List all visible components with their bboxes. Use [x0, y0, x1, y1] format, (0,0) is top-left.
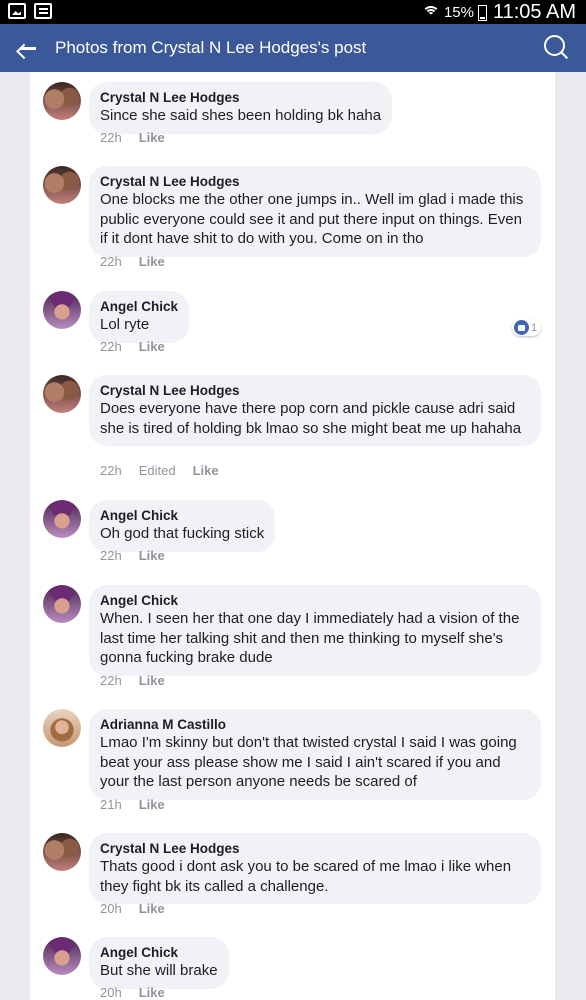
thumbs-up-icon: [514, 320, 529, 335]
battery-icon: [477, 4, 487, 21]
like-button[interactable]: Like: [139, 130, 165, 145]
avatar[interactable]: [43, 833, 81, 871]
search-icon[interactable]: [544, 35, 570, 61]
comment-time: 21h: [100, 797, 122, 812]
message-icon: [34, 3, 52, 19]
comment-author[interactable]: Crystal N Lee Hodges: [100, 173, 530, 190]
back-arrow-icon[interactable]: [18, 38, 38, 58]
comment-text: Oh god that fucking stick: [100, 525, 265, 542]
comment-text: Thats good i dont ask you to be scared o…: [100, 858, 512, 895]
comment-author[interactable]: Crystal N Lee Hodges: [100, 89, 381, 106]
comment-time: 22h: [100, 548, 122, 563]
avatar[interactable]: [43, 937, 81, 975]
avatar[interactable]: [43, 375, 81, 413]
comment-bubble[interactable]: Angel Chick But she will brake: [89, 937, 229, 989]
like-button[interactable]: Like: [139, 797, 165, 812]
comment-time: 22h: [100, 673, 122, 688]
comment-text: One blocks me the other one jumps in.. W…: [100, 191, 524, 247]
reaction-count: 1: [531, 321, 538, 334]
comment-time: 20h: [100, 985, 122, 1000]
reaction-badge[interactable]: 1: [512, 319, 542, 336]
comment-bubble[interactable]: Angel Chick When. I seen her that one da…: [89, 585, 541, 676]
edited-label: Edited: [138, 463, 176, 478]
comment-author[interactable]: Angel Chick: [100, 944, 218, 961]
wifi-icon: [421, 4, 440, 22]
gallery-icon: [8, 3, 26, 19]
comment-bubble[interactable]: Crystal N Lee Hodges Does everyone have …: [89, 375, 541, 446]
comment-author[interactable]: Angel Chick: [100, 592, 530, 609]
status-bar: 15% 11:05 AM: [0, 0, 586, 24]
comment-bubble[interactable]: Crystal N Lee Hodges One blocks me the o…: [89, 166, 541, 257]
comment-author[interactable]: Adrianna M Castillo: [100, 716, 530, 733]
comment-time: 20h: [100, 901, 122, 916]
like-button[interactable]: Like: [193, 463, 219, 478]
avatar[interactable]: [43, 291, 81, 329]
comment-bubble[interactable]: Angel Chick Lol ryte: [89, 291, 190, 343]
like-button[interactable]: Like: [139, 985, 165, 1000]
comment-author[interactable]: Angel Chick: [100, 298, 178, 315]
comment-text: Lol ryte: [100, 316, 150, 333]
like-button[interactable]: Like: [139, 254, 165, 269]
comment-text: But she will brake: [100, 962, 218, 979]
comment-bubble[interactable]: Crystal N Lee Hodges Since she said shes…: [89, 82, 393, 134]
comment-text: When. I seen her that one day I immediat…: [100, 610, 520, 666]
like-button[interactable]: Like: [139, 673, 165, 688]
comment-bubble[interactable]: Crystal N Lee Hodges Thats good i dont a…: [89, 833, 541, 904]
comment-text: Since she said shes been holding bk haha: [100, 107, 382, 124]
like-button[interactable]: Like: [139, 339, 165, 354]
comment-time: 22h: [100, 339, 122, 354]
avatar[interactable]: [43, 500, 81, 538]
comment-author[interactable]: Angel Chick: [100, 507, 264, 524]
comment-bubble[interactable]: Angel Chick Oh god that fucking stick: [89, 500, 276, 552]
comment-time: 22h: [100, 463, 122, 478]
comment-author[interactable]: Crystal N Lee Hodges: [100, 382, 530, 399]
comment-text: Does everyone have there pop corn and pi…: [100, 400, 522, 437]
battery-percent: 15%: [443, 4, 474, 21]
comments-list: Crystal N Lee Hodges Since she said shes…: [30, 72, 555, 1000]
clock: 11:05 AM: [492, 1, 576, 23]
like-button[interactable]: Like: [139, 548, 165, 563]
comment-bubble[interactable]: Adrianna M Castillo Lmao I'm skinny but …: [89, 709, 541, 800]
comment-time: 22h: [100, 130, 122, 145]
comment-time: 22h: [100, 254, 122, 269]
page-title: Photos from Crystal N Lee Hodges's post: [55, 38, 367, 57]
like-button[interactable]: Like: [139, 901, 165, 916]
avatar[interactable]: [43, 709, 81, 747]
comment-text: Lmao I'm skinny but don't that twisted c…: [100, 734, 517, 790]
comment-author[interactable]: Crystal N Lee Hodges: [100, 840, 530, 857]
avatar[interactable]: [43, 82, 81, 120]
avatar[interactable]: [43, 166, 81, 204]
app-header: Photos from Crystal N Lee Hodges's post: [0, 24, 586, 72]
avatar[interactable]: [43, 585, 81, 623]
